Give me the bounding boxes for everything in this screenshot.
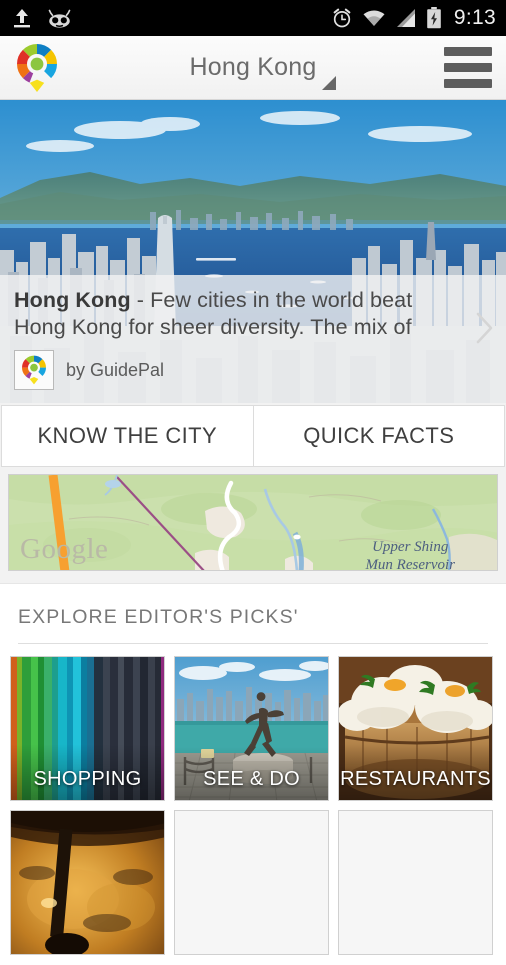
hero-headline: Hong Kong <box>14 288 131 312</box>
hero-credit-label: by GuidePal <box>66 359 165 380</box>
upload-icon <box>14 9 30 28</box>
explore-card-grid: SHOPPING SEE & DO RESTAURANTS <box>0 644 506 955</box>
tab-bar: KNOW THE CITY QUICK FACTS <box>0 403 506 467</box>
google-watermark: Google <box>20 533 109 565</box>
hero-overlay-panel[interactable]: Hong Kong - Few cities in the world beat… <box>0 275 506 403</box>
map-section: Google Upper Shing Mun Reservoir <box>0 467 506 571</box>
map-place-label-line1: Upper Shing <box>372 539 449 555</box>
guidepal-logo-icon[interactable] <box>10 41 64 95</box>
dropdown-triangle-icon[interactable] <box>322 76 336 90</box>
map-place-label-line2: Mun Reservoir <box>365 557 455 571</box>
alarm-icon <box>333 8 351 28</box>
cyanogenmod-icon <box>48 9 71 28</box>
explore-card-6[interactable] <box>338 810 493 955</box>
explore-card-see-and-do[interactable]: SEE & DO <box>174 656 329 801</box>
explore-section: EXPLORE EDITOR'S PICKS' SHOPPING SEE & D… <box>0 583 506 965</box>
wifi-icon <box>363 10 385 26</box>
page-title: Hong Kong <box>189 53 317 81</box>
action-bar: Hong Kong <box>0 36 506 100</box>
tab-quick-facts[interactable]: QUICK FACTS <box>253 405 505 467</box>
explore-card-4[interactable] <box>10 810 165 955</box>
signal-icon <box>396 9 415 27</box>
status-bar: 9:13 <box>0 0 506 36</box>
hamburger-bar <box>444 63 492 72</box>
battery-charging-icon <box>427 7 441 29</box>
hero-credit: by GuidePal <box>14 350 462 390</box>
explore-card-restaurants[interactable]: RESTAURANTS <box>338 656 493 801</box>
map-place-label: Upper Shing Mun Reservoir <box>365 538 455 571</box>
tab-know-the-city[interactable]: KNOW THE CITY <box>1 405 254 467</box>
explore-card-shopping[interactable]: SHOPPING <box>10 656 165 801</box>
hamburger-menu-icon[interactable] <box>444 47 492 88</box>
guidepal-logo-thumbnail-icon <box>14 350 54 390</box>
explore-card-label: RESTAURANTS <box>340 768 491 790</box>
hero-banner[interactable]: Hong Kong - Few cities in the world beat… <box>0 100 506 403</box>
status-bar-right-icons: 9:13 <box>331 6 496 30</box>
explore-section-header: EXPLORE EDITOR'S PICKS' <box>18 606 299 628</box>
explore-card-5[interactable] <box>174 810 329 955</box>
explore-card-4-image <box>11 811 164 954</box>
hero-description: Hong Kong - Few cities in the world beat… <box>14 287 462 341</box>
hamburger-bar <box>444 79 492 88</box>
status-bar-clock: 9:13 <box>453 6 496 29</box>
hamburger-bar <box>444 47 492 56</box>
status-bar-left-icons <box>12 7 73 29</box>
hero-separator: - <box>130 288 151 312</box>
explore-card-label: SHOPPING <box>33 768 142 790</box>
explore-card-label: SEE & DO <box>203 768 300 790</box>
map-preview[interactable]: Google Upper Shing Mun Reservoir <box>8 474 498 571</box>
